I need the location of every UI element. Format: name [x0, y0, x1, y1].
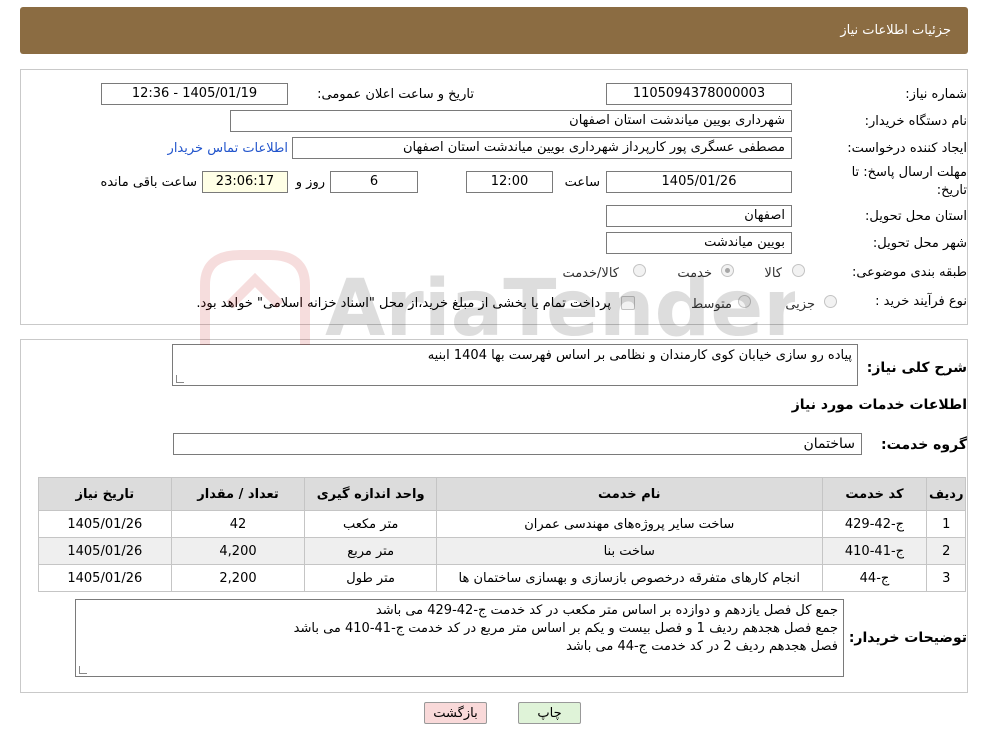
cell-row: 1: [926, 510, 966, 538]
province-label: استان محل تحویل:: [865, 209, 967, 224]
buyer-notes-textarea[interactable]: جمع کل فصل یازدهم و دوازده بر اساس متر م…: [75, 599, 844, 677]
print-button[interactable]: چاپ: [518, 702, 581, 724]
announce-label: تاریخ و ساعت اعلان عمومی:: [317, 87, 474, 102]
cell-unit: متر طول: [304, 564, 437, 592]
service-group-label: گروه خدمت:: [881, 437, 967, 453]
cell-date: 1405/01/26: [38, 510, 172, 538]
category-option-goods-service: کالا/خدمت: [562, 266, 619, 281]
category-option-goods: کالا: [764, 266, 782, 281]
cell-qty: 4,200: [170, 537, 306, 565]
services-section-title: اطلاعات خدمات مورد نیاز: [791, 397, 967, 413]
deadline-label-line2: تاریخ:: [936, 183, 967, 198]
table-row: 3 ج-44 انجام کارهای متفرقه درخصوص بازساز…: [38, 564, 966, 592]
announce-field: 1405/01/19 - 12:36: [101, 83, 288, 105]
cell-name: انجام کارهای متفرقه درخصوص بازسازی و بهس…: [435, 564, 823, 592]
city-label: شهر محل تحویل:: [872, 236, 967, 251]
cell-date: 1405/01/26: [38, 564, 172, 592]
category-radio-service[interactable]: [721, 264, 734, 277]
need-info-panel: [20, 69, 968, 325]
col-qty: تعداد / مقدار: [170, 477, 306, 511]
cell-row: 3: [926, 564, 966, 592]
process-radio-minor[interactable]: [824, 295, 837, 308]
col-unit: واحد اندازه گیری: [304, 477, 437, 511]
process-option-medium: متوسط: [691, 297, 732, 312]
process-label: نوع فرآیند خرید :: [875, 294, 967, 309]
col-row: ردیف: [926, 477, 966, 511]
process-option-minor: جزیی: [785, 297, 815, 312]
cell-name: ساخت سایر پروژه‌های مهندسی عمران: [435, 510, 823, 538]
creator-label: ایجاد کننده درخواست:: [847, 141, 967, 156]
days-label: روز و: [295, 175, 325, 190]
need-number-label: شماره نیاز:: [905, 87, 967, 102]
need-number-field: 1105094378000003: [606, 83, 792, 105]
table-row: 2 ج-41-410 ساخت بنا متر مربع 4,200 1405/…: [38, 537, 966, 565]
services-table: ردیف کد خدمت نام خدمت واحد اندازه گیری ت…: [38, 477, 966, 592]
treasury-checkbox[interactable]: [621, 296, 635, 310]
cell-code: ج-44: [821, 564, 928, 592]
page-title: جزئیات اطلاعات نیاز: [840, 23, 951, 38]
cell-row: 2: [926, 537, 966, 565]
cell-unit: متر مکعب: [304, 510, 437, 538]
summary-textarea[interactable]: پیاده رو سازی خیابان کوی کارمندان و نظام…: [172, 344, 858, 386]
process-note: پرداخت تمام یا بخشی از مبلغ خرید،از محل …: [196, 296, 611, 311]
cell-name: ساخت بنا: [435, 537, 823, 565]
buyer-notes-label: توضیحات خریدار:: [848, 630, 967, 646]
table-header-row: ردیف کد خدمت نام خدمت واحد اندازه گیری ت…: [38, 477, 966, 511]
cell-date: 1405/01/26: [38, 537, 172, 565]
cell-qty: 2,200: [170, 564, 306, 592]
deadline-time-label: ساعت: [564, 175, 600, 190]
buyer-notes-line: جمع کل فصل یازدهم و دوازده بر اساس متر م…: [375, 603, 838, 618]
category-radio-goods-service[interactable]: [633, 264, 646, 277]
category-option-service: خدمت: [677, 266, 712, 281]
summary-text: پیاده رو سازی خیابان کوی کارمندان و نظام…: [427, 348, 852, 363]
deadline-date-field: 1405/01/26: [606, 171, 792, 193]
buyer-org-label: نام دستگاه خریدار:: [864, 114, 967, 129]
service-group-field: ساختمان: [173, 433, 862, 455]
creator-field: مصطفی عسگری پور کارپرداز شهرداری بویین م…: [292, 137, 792, 159]
cell-code: ج-42-429: [821, 510, 928, 538]
category-label: طبقه بندی موضوعی:: [851, 265, 967, 280]
col-date: تاریخ نیاز: [38, 477, 172, 511]
remaining-label: ساعت باقی مانده: [100, 175, 197, 190]
category-radio-goods[interactable]: [792, 264, 805, 277]
remaining-time-field: 23:06:17: [202, 171, 288, 193]
cell-code: ج-41-410: [821, 537, 928, 565]
table-row: 1 ج-42-429 ساخت سایر پروژه‌های مهندسی عم…: [38, 510, 966, 538]
resize-handle-icon[interactable]: [79, 666, 87, 674]
deadline-label-line1: مهلت ارسال پاسخ: تا: [851, 165, 967, 180]
deadline-time-field: 12:00: [466, 171, 553, 193]
buyer-org-field: شهرداری بویین میاندشت استان اصفهان: [230, 110, 792, 132]
city-field: بویین میاندشت: [606, 232, 792, 254]
process-radio-medium[interactable]: [738, 295, 751, 308]
resize-handle-icon[interactable]: [176, 375, 184, 383]
cell-unit: متر مربع: [304, 537, 437, 565]
cell-qty: 42: [170, 510, 306, 538]
buyer-notes-line: جمع فصل هجدهم ردیف 1 و فصل بیست و یکم بر…: [293, 621, 838, 636]
buyer-contact-link[interactable]: اطلاعات تماس خریدار: [168, 141, 288, 156]
col-name: نام خدمت: [435, 477, 823, 511]
back-button[interactable]: بازگشت: [424, 702, 487, 724]
col-code: کد خدمت: [821, 477, 928, 511]
province-field: اصفهان: [606, 205, 792, 227]
summary-label: شرح کلی نیاز:: [866, 360, 967, 376]
days-field: 6: [330, 171, 418, 193]
buyer-notes-line: فصل هجدهم ردیف 2 در کد خدمت ج-44 می باشد: [566, 639, 838, 654]
page-header: جزئیات اطلاعات نیاز: [20, 7, 968, 54]
